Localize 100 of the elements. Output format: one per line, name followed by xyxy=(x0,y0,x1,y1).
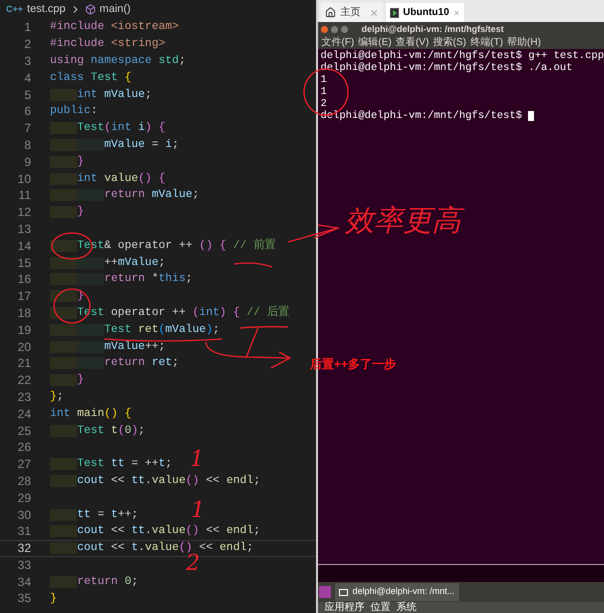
line-number: 29 xyxy=(16,492,31,504)
line-number: 8 xyxy=(23,138,31,151)
terminal-line: delphi@delphi-vm:/mnt/hgfs/test$ ./a.out xyxy=(320,62,572,74)
cube-icon xyxy=(84,4,96,15)
code-line: Test t(0); xyxy=(50,422,145,439)
terminal-line: 2 xyxy=(320,98,327,110)
line-number: 20 xyxy=(16,340,31,353)
code-line: using namespace std; xyxy=(50,54,186,69)
line-number: 30 xyxy=(16,508,31,520)
code-line: ++mValue; xyxy=(50,254,166,271)
code-line: int main() { xyxy=(50,406,132,422)
cpp-file-icon: C++ xyxy=(6,2,24,16)
maximize-icon[interactable] xyxy=(341,26,348,33)
line-number: 9 xyxy=(23,156,31,168)
code-line: return *this; xyxy=(50,271,192,288)
code-line: #include <iostream> xyxy=(50,20,179,36)
code-line: } xyxy=(50,204,84,220)
window-icon xyxy=(339,588,348,596)
menu-item[interactable]: 帮助(H) xyxy=(507,38,541,48)
window-title: delphi@delphi-vm: /mnt/hgfs/test xyxy=(361,22,504,36)
terminal-line: delphi@delphi-vm:/mnt/hgfs/test$ xyxy=(320,110,524,122)
code-line: Test tt = ++t; xyxy=(50,456,172,472)
code-line: Test ret(mValue); xyxy=(50,322,220,338)
line-number: 27 xyxy=(16,458,31,470)
code-line: tt = t++; xyxy=(50,506,138,523)
cursor xyxy=(528,111,534,121)
code-line: Test(int i) { xyxy=(50,120,166,136)
panel-menu[interactable]: 系统 xyxy=(396,602,416,612)
code-line: cout << tt.value() << endl; xyxy=(50,472,260,489)
line-number: 24 xyxy=(16,408,31,420)
tab-label: 主页 xyxy=(340,6,360,20)
terminal-line: delphi@delphi-vm:/mnt/hgfs/test$ g++ test.cpp xyxy=(320,50,604,62)
panel-menu[interactable]: 应用程序 xyxy=(324,602,364,612)
menu-item[interactable]: 编辑(E) xyxy=(358,38,392,48)
handwritten-mark: 1 xyxy=(191,500,205,522)
line-number: 25 xyxy=(16,424,31,437)
code-line: int value() { xyxy=(50,170,166,187)
line-number: 1 xyxy=(23,21,31,34)
line-number: 6 xyxy=(23,105,31,118)
menu-item[interactable]: 终端(T) xyxy=(470,38,504,48)
code-line: int mValue; xyxy=(50,86,152,103)
line-number: 33 xyxy=(16,558,31,571)
code-line: return ret; xyxy=(50,355,179,372)
line-number: 35 xyxy=(16,592,31,604)
line-number: 19 xyxy=(16,324,31,336)
code-line: return mValue; xyxy=(50,187,200,204)
line-number: 34 xyxy=(16,576,31,588)
menu-item[interactable]: 文件(F) xyxy=(321,38,354,48)
line-number: 7 xyxy=(23,122,31,134)
taskbar-window-button[interactable]: delphi@delphi-vm: /mnt... xyxy=(335,583,459,601)
home-icon xyxy=(325,7,336,18)
annotation-arrow xyxy=(288,224,340,243)
line-number: 14 xyxy=(16,240,31,252)
code-line: return 0; xyxy=(50,574,138,590)
terminal-line: 1 xyxy=(320,74,327,86)
code-line: #include <string> xyxy=(50,36,166,52)
line-number: 15 xyxy=(16,256,31,269)
panel-menu[interactable]: 位置 xyxy=(370,602,390,612)
line-number: 3 xyxy=(23,54,31,67)
line-number: 4 xyxy=(23,72,31,84)
line-number: 21 xyxy=(16,357,31,370)
breadcrumb-symbol[interactable]: main() xyxy=(100,1,131,18)
close-icon[interactable] xyxy=(369,8,380,18)
breadcrumb-file[interactable]: test.cpp xyxy=(27,1,66,18)
code-line: public: xyxy=(50,104,98,120)
annotation-underline xyxy=(240,326,288,329)
browser-tab[interactable]: Ubuntu10 xyxy=(386,3,464,22)
line-number: 23 xyxy=(16,390,31,403)
code-line: } xyxy=(50,154,84,170)
code-line: mValue++; xyxy=(50,338,166,355)
terminal-line: 1 xyxy=(320,86,327,98)
code-line: cout << tt.value() << endl; xyxy=(50,523,260,540)
line-number: 5 xyxy=(23,88,31,101)
line-number: 26 xyxy=(16,441,31,454)
code-line: } xyxy=(50,592,57,606)
annotation-underline xyxy=(234,262,272,268)
handwritten-mark: 1 xyxy=(190,449,204,471)
menu-item[interactable]: 搜索(S) xyxy=(432,38,466,48)
line-number: 17 xyxy=(16,290,31,302)
line-number: 13 xyxy=(16,222,31,235)
line-number: 16 xyxy=(16,273,31,286)
line-number: 11 xyxy=(18,189,31,202)
code-line: }; xyxy=(50,390,64,405)
annotation-stroke xyxy=(245,328,259,358)
code-line: mValue = i; xyxy=(50,136,179,153)
menu-item[interactable]: 查看(V) xyxy=(396,38,429,48)
close-icon[interactable] xyxy=(321,26,328,33)
terminal-icon xyxy=(390,8,400,18)
tab-label: Ubuntu10 xyxy=(403,6,450,20)
line-number: 31 xyxy=(16,525,31,538)
line-number: 2 xyxy=(23,38,31,50)
code-line: } xyxy=(50,372,84,388)
line-number: 32 xyxy=(16,542,31,554)
minimize-icon[interactable] xyxy=(331,26,338,33)
browser-tab[interactable]: 主页 xyxy=(321,3,384,22)
workspace-icon[interactable] xyxy=(319,586,332,598)
line-number: 18 xyxy=(16,306,31,319)
line-number: 10 xyxy=(16,172,31,185)
line-number: 22 xyxy=(16,374,31,386)
line-number: 12 xyxy=(16,206,31,218)
